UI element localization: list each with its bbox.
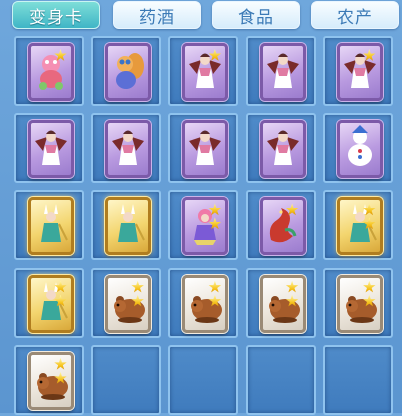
tab-farm-produce[interactable]: 农产 [311,1,399,29]
transform-card-winged-fairy[interactable] [259,43,306,101]
inventory-slot[interactable] [14,36,84,106]
star-icon [208,203,222,216]
star-rating [363,49,377,63]
transform-card-rabbit-warrior[interactable] [28,197,74,256]
transform-card-winged-fairy[interactable] [105,120,152,179]
inventory-slot[interactable] [245,36,316,106]
star-icon [208,294,222,307]
star-rating [285,280,300,309]
star-icon [54,294,67,307]
inventory-slot[interactable] [322,113,393,184]
category-tab-bar: 变身卡 药酒 食品 农产 [0,0,402,32]
star-icon [131,294,144,307]
winged-fairy-icon [112,130,145,166]
transform-card-brown-bear[interactable] [28,351,74,410]
star-rating [208,203,222,231]
transform-card-brown-bear[interactable] [336,274,383,333]
star-icon [131,280,144,293]
inventory-slot[interactable] [245,190,316,261]
star-rating [54,357,68,386]
transform-card-brown-bear[interactable] [259,274,306,333]
inventory-slot[interactable] [168,113,239,184]
inventory-slot[interactable] [14,344,84,415]
snow-doll-icon [347,125,372,167]
star-icon [363,217,376,230]
star-icon [285,203,299,216]
empty-inventory-slot[interactable] [322,344,393,415]
star-rating [285,203,300,217]
star-icon [208,217,222,230]
star-rating [54,280,68,309]
transform-card-red-dragon[interactable] [259,197,306,256]
transform-card-winged-fairy[interactable] [28,120,74,179]
star-icon [285,280,299,293]
winged-fairy-icon [35,130,67,166]
inventory-slot[interactable] [245,113,316,184]
transform-card-winged-fairy[interactable] [336,43,383,101]
tab-food[interactable]: 食品 [212,1,300,29]
transform-card-pink-monster[interactable] [28,43,74,101]
transform-card-winged-fairy[interactable] [182,120,229,179]
star-icon [54,357,67,370]
transform-card-winged-fairy[interactable] [182,43,229,101]
winged-fairy-icon [266,53,299,88]
inventory-slot[interactable] [14,113,84,184]
rabbit-warrior-icon [118,204,146,243]
star-icon [208,49,222,61]
rabbit-warrior-icon [41,204,68,243]
transform-card-brown-bear[interactable] [182,274,229,333]
tab-transform-card[interactable]: 变身卡 [12,1,100,29]
transform-card-brown-bear[interactable] [105,274,152,333]
transform-card-rabbit-warrior[interactable] [105,197,152,256]
transform-card-winged-fairy[interactable] [259,120,306,179]
star-rating [54,49,68,63]
inventory-slot[interactable] [322,36,393,106]
inventory-slot[interactable] [245,267,316,338]
tab-medicinal-wine[interactable]: 药酒 [113,1,201,29]
inventory-slot[interactable] [91,267,162,338]
star-icon [54,49,67,61]
star-rating [363,203,377,231]
inventory-slot[interactable] [14,267,84,338]
empty-inventory-slot[interactable] [245,344,316,415]
empty-inventory-slot[interactable] [91,344,162,415]
star-rating [131,280,145,309]
star-icon [285,294,299,307]
inventory-slot[interactable] [91,190,162,261]
inventory-slot[interactable] [91,36,162,106]
star-icon [363,203,376,216]
empty-inventory-slot[interactable] [168,344,239,415]
star-rating [208,49,222,63]
inventory-grid [14,36,402,416]
inventory-slot[interactable] [322,190,393,261]
inventory-slot[interactable] [14,190,84,261]
star-rating [208,280,222,309]
star-icon [363,280,376,293]
transform-card-pink-hair-girl[interactable] [182,197,229,256]
transform-card-squirrel-critter[interactable] [105,43,152,101]
inventory-slot[interactable] [91,113,162,184]
transform-card-rabbit-warrior[interactable] [28,274,74,333]
transform-card-snow-doll[interactable] [336,120,383,179]
inventory-slot[interactable] [168,190,239,261]
star-icon [363,294,376,307]
star-icon [54,280,67,293]
winged-fairy-icon [189,130,222,166]
transform-card-rabbit-warrior[interactable] [336,197,383,256]
squirrel-critter-icon [116,53,145,89]
inventory-slot[interactable] [322,267,393,338]
winged-fairy-icon [266,130,299,166]
star-icon [363,49,376,61]
star-rating [363,280,377,309]
star-icon [208,280,222,293]
inventory-slot[interactable] [168,267,239,338]
star-icon [54,371,67,384]
inventory-slot[interactable] [168,36,239,106]
